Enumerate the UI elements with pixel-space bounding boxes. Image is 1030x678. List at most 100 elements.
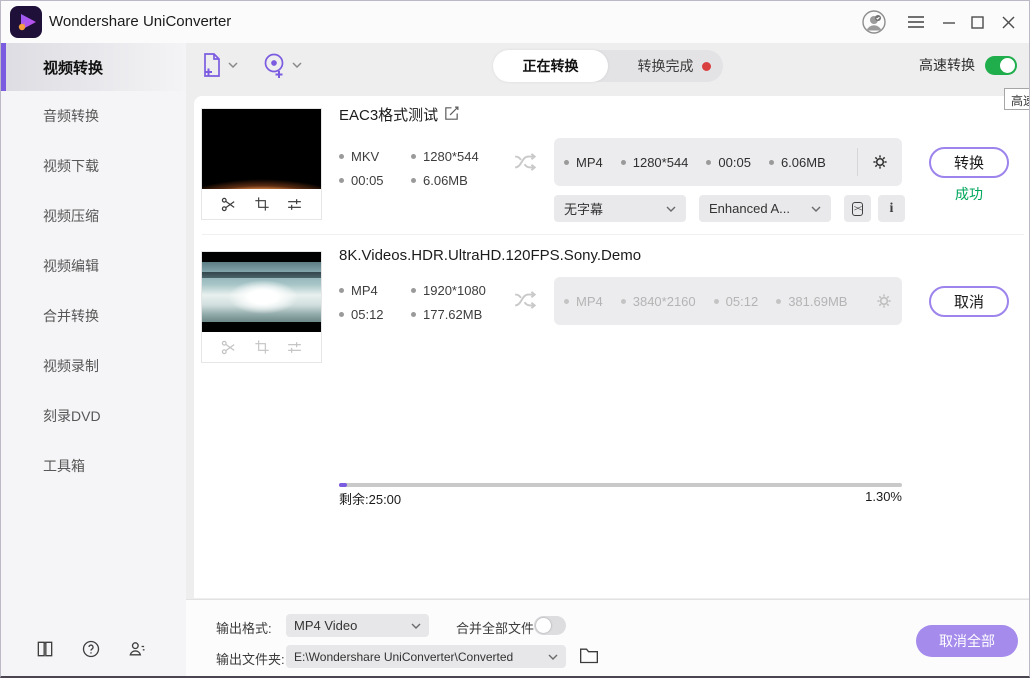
cancel-button[interactable]: 取消 — [929, 286, 1009, 317]
open-folder-icon[interactable] — [579, 646, 599, 666]
output-folder-select[interactable]: E:\Wondershare UniConverter\Converted — [286, 645, 566, 668]
settings-gear-icon — [875, 289, 893, 313]
rename-icon[interactable] — [441, 103, 461, 123]
sidebar-item-video-download[interactable]: 视频下载 — [1, 141, 186, 191]
sidebar-item-video-edit[interactable]: 视频编辑 — [1, 241, 186, 291]
sidebar-footer — [1, 637, 186, 661]
sidebar-item-burn-dvd[interactable]: 刻录DVD — [1, 391, 186, 441]
trim-icon — [219, 337, 239, 357]
status-success: 成功 — [929, 184, 1009, 204]
output-folder-label: 输出文件夹: — [216, 649, 285, 668]
convert-button[interactable]: 转换 — [929, 147, 1009, 178]
sidebar-item-merge-convert[interactable]: 合并转换 — [1, 291, 186, 341]
settings-gear-icon[interactable] — [868, 150, 892, 174]
chevron-down-icon — [292, 62, 302, 68]
tab-converting[interactable]: 正在转换 — [493, 50, 608, 82]
output-settings-box: MP4 1280*544 00:05 6.06MB — [554, 138, 902, 186]
output-settings-box: MP4 3840*2160 05:12 381.69MB — [554, 277, 902, 325]
tab-finished[interactable]: 转换完成 — [608, 50, 723, 82]
app-title: Wondershare UniConverter — [49, 13, 231, 30]
audio-select[interactable]: Enhanced A... — [699, 195, 831, 222]
help-icon[interactable] — [79, 637, 103, 661]
output-format: MP4 — [576, 155, 603, 170]
source-size: 177.62MB — [423, 307, 482, 322]
account-avatar[interactable] — [861, 9, 887, 35]
output-format-select[interactable]: MP4 Video — [286, 614, 429, 637]
convert-arrow-icon — [513, 149, 539, 175]
output-duration: 00:05 — [718, 155, 751, 170]
add-dvd-button[interactable] — [262, 52, 302, 78]
maximize-button[interactable] — [964, 9, 990, 35]
video-thumbnail — [202, 252, 321, 332]
chevron-down-icon — [411, 623, 421, 629]
sidebar-item-toolbox[interactable]: 工具箱 — [1, 441, 186, 491]
minimize-button[interactable] — [936, 9, 962, 35]
source-duration: 00:05 — [351, 173, 384, 188]
task-list: EAC3格式测试 MKV 1280*544 00:05 6.06MB MP4 — [194, 96, 1030, 598]
guide-book-icon[interactable] — [33, 637, 57, 661]
time-remaining: 剩余:25:00 — [339, 489, 401, 508]
add-dvd-icon — [262, 52, 288, 78]
footer-bar: 输出格式: MP4 Video 合并全部文件 输出文件夹: E:\Wonders… — [186, 599, 1030, 678]
source-size: 6.06MB — [423, 173, 468, 188]
notification-red-dot — [702, 62, 711, 71]
app-window: Wondershare UniConverter 视频转换 — [0, 0, 1030, 678]
effects-icon[interactable] — [285, 194, 305, 214]
sidebar: 视频转换 音频转换 视频下载 视频压缩 视频编辑 合并转换 视频录制 刻录DVD… — [1, 43, 186, 678]
output-size: 6.06MB — [781, 155, 826, 170]
video-thumbnail-box — [201, 251, 322, 363]
merge-all-label: 合并全部文件 — [456, 618, 534, 637]
sidebar-item-video-convert[interactable]: 视频转换 — [1, 43, 186, 91]
task-title: 8K.Videos.HDR.UltraHD.120FPS.Sony.Demo — [339, 247, 641, 264]
close-button[interactable] — [995, 9, 1021, 35]
output-duration: 05:12 — [726, 294, 759, 309]
titlebar: Wondershare UniConverter — [1, 1, 1030, 43]
video-thumbnail-box — [201, 108, 322, 220]
highspeed-label: 高速转换 — [919, 55, 975, 75]
subtitle-select[interactable]: 无字幕 — [554, 195, 686, 222]
chevron-down-icon — [548, 654, 558, 660]
sidebar-item-screen-record[interactable]: 视频录制 — [1, 341, 186, 391]
chevron-down-icon — [228, 62, 238, 68]
row-divider — [202, 234, 1024, 235]
source-format: MKV — [351, 149, 379, 164]
output-format-label: 输出格式: — [216, 618, 272, 637]
menu-icon[interactable] — [903, 9, 929, 35]
output-size: 381.69MB — [788, 294, 847, 309]
crop-icon[interactable] — [252, 194, 272, 214]
toolbar: 正在转换 转换完成 高速转换 — [186, 43, 1030, 89]
chevron-down-icon — [811, 206, 821, 212]
info-icon[interactable]: i — [878, 195, 905, 222]
source-resolution: 1280*544 — [423, 149, 479, 164]
highspeed-tooltip: 高速 — [1004, 88, 1030, 110]
source-info: MP4 1920*1080 05:12 177.62MB — [339, 283, 486, 322]
highspeed-toggle[interactable] — [985, 56, 1017, 75]
output-resolution: 1280*544 — [633, 155, 689, 170]
convert-arrow-icon — [513, 287, 539, 313]
sidebar-item-audio-convert[interactable]: 音频转换 — [1, 91, 186, 141]
cancel-all-button[interactable]: 取消全部 — [916, 625, 1018, 657]
chevron-down-icon — [666, 206, 676, 212]
crop-icon — [252, 337, 272, 357]
task-title: EAC3格式测试 — [339, 104, 438, 125]
progress-percent: 1.30% — [802, 489, 902, 504]
output-resolution: 3840*2160 — [633, 294, 696, 309]
source-duration: 05:12 — [351, 307, 384, 322]
output-format: MP4 — [576, 294, 603, 309]
source-info: MKV 1280*544 00:05 6.06MB — [339, 149, 479, 188]
add-file-icon — [200, 52, 224, 78]
convert-status-tabs: 正在转换 转换完成 — [493, 50, 723, 82]
merge-all-toggle[interactable] — [534, 616, 566, 635]
effects-icon — [285, 337, 305, 357]
contact-icon[interactable] — [125, 637, 149, 661]
source-resolution: 1920*1080 — [423, 283, 486, 298]
add-file-button[interactable] — [200, 52, 238, 78]
source-format: MP4 — [351, 283, 378, 298]
video-thumbnail — [202, 109, 321, 189]
progress-bar — [339, 483, 902, 487]
trim-icon[interactable] — [219, 194, 239, 214]
progress-fill — [339, 483, 347, 487]
compress-icon[interactable]: >< — [844, 195, 871, 222]
app-logo-icon — [9, 5, 43, 39]
sidebar-item-video-compress[interactable]: 视频压缩 — [1, 191, 186, 241]
